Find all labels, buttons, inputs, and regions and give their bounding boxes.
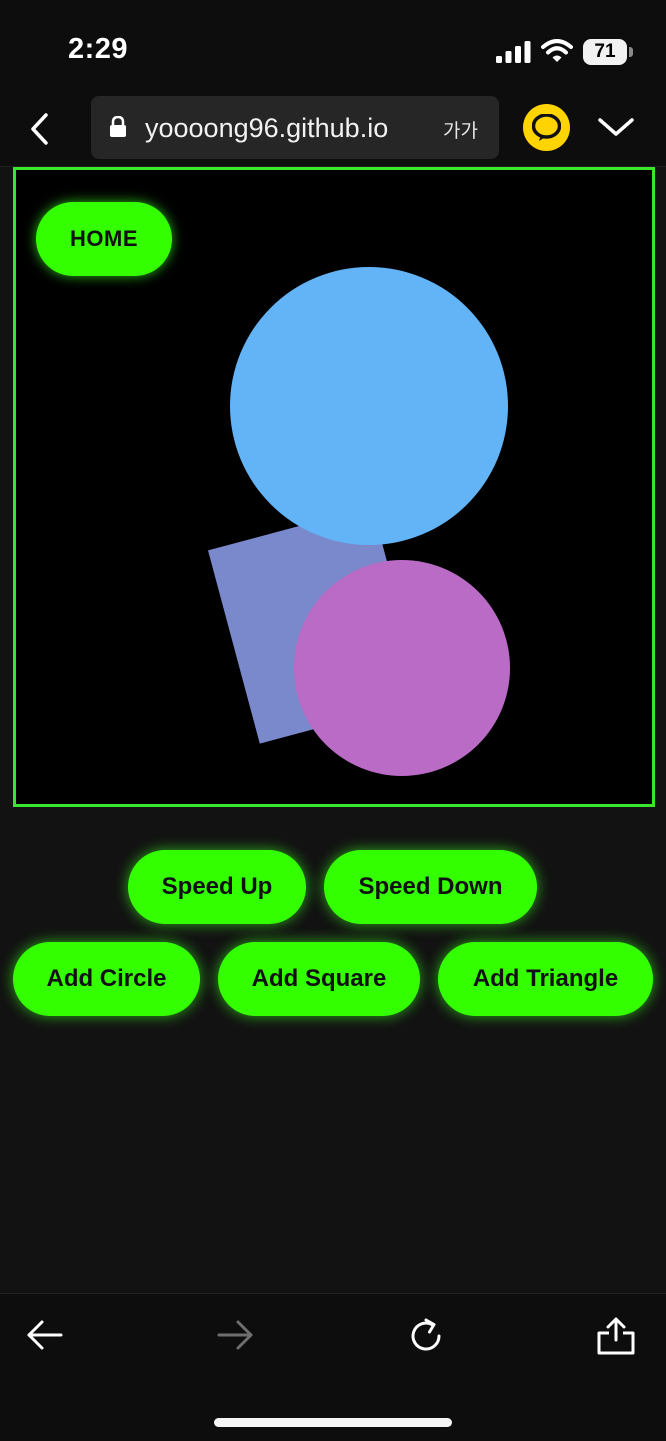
arrow-left-icon[interactable] (26, 1316, 64, 1354)
browser-toolbar (0, 1293, 666, 1441)
battery-indicator: 71 (583, 39, 627, 65)
arrow-right-icon[interactable] (216, 1316, 254, 1354)
chevron-down-icon[interactable] (596, 112, 636, 142)
speed-up-button[interactable]: Speed Up (128, 850, 306, 924)
reload-icon[interactable] (406, 1316, 446, 1356)
add-square-button[interactable]: Add Square (218, 942, 420, 1016)
status-time: 2:29 (68, 33, 129, 65)
url-text: yoooong96.github.io (145, 113, 389, 143)
battery-cap (629, 47, 633, 57)
share-icon[interactable] (596, 1316, 636, 1356)
animation-canvas[interactable]: HOME (13, 167, 655, 807)
add-circle-button[interactable]: Add Circle (13, 942, 200, 1016)
address-bar[interactable]: yoooong96.github.io 가가 (91, 96, 499, 159)
chevron-left-icon[interactable] (26, 112, 56, 146)
add-triangle-button[interactable]: Add Triangle (438, 942, 653, 1016)
cellular-signal-icon (496, 41, 531, 63)
blue-circle-shape (230, 267, 508, 545)
lock-icon (110, 116, 126, 137)
kakao-talk-icon[interactable] (523, 104, 570, 151)
purple-circle-shape (294, 560, 510, 776)
font-size-button[interactable]: 가가 (443, 116, 478, 143)
status-bar: 2:29 71 (0, 0, 666, 96)
browser-nav-bar: yoooong96.github.io 가가 (0, 96, 666, 167)
wifi-icon (541, 39, 573, 62)
home-button[interactable]: HOME (36, 202, 172, 276)
home-indicator (214, 1418, 452, 1427)
speed-down-button[interactable]: Speed Down (324, 850, 537, 924)
